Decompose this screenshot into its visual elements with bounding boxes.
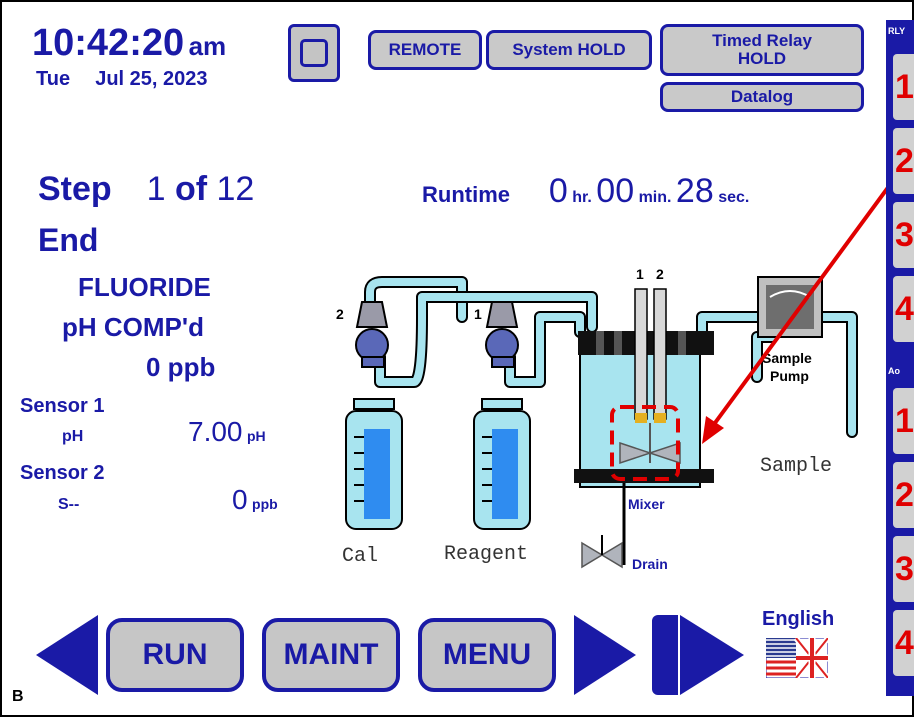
next-arrow-button[interactable]: [574, 615, 636, 695]
timed-relay-hold-button[interactable]: Timed Relay HOLD: [660, 24, 864, 76]
relay-2-button[interactable]: 2: [891, 126, 914, 196]
system-hold-button[interactable]: System HOLD: [486, 30, 652, 70]
relay-3-label: 3: [895, 215, 914, 254]
remote-label: REMOTE: [388, 40, 462, 60]
relay-1-button[interactable]: 1: [891, 52, 914, 122]
ao-1-label: 1: [895, 401, 914, 440]
runtime-label: Runtime: [422, 182, 510, 207]
drain-valve: [581, 483, 626, 569]
runtime-min-unit: min.: [638, 189, 672, 206]
maint-label: MAINT: [283, 638, 379, 671]
relay-1-label: 1: [895, 67, 914, 106]
rly-label: RLY: [888, 26, 906, 36]
annotation-arrow: [702, 160, 908, 444]
runtime-minutes: 00: [596, 172, 635, 210]
date-display: Tue Jul 25, 2023: [36, 68, 208, 91]
sensor-1-label: Sensor 1: [20, 395, 105, 417]
sensor-2-type: S--: [58, 496, 80, 513]
date-value: Jul 25, 2023: [95, 68, 208, 90]
hmi-screen: 10:42:20 am Tue Jul 25, 2023 REMOTE Syst…: [0, 0, 914, 717]
sensor-1-type: pH: [62, 428, 84, 445]
stop-square-button[interactable]: [288, 24, 340, 82]
maint-button[interactable]: MAINT: [262, 618, 400, 692]
electrode-2-number: 2: [656, 266, 664, 282]
fast-forward-button[interactable]: [652, 615, 748, 695]
ao-3-label: 3: [895, 549, 914, 588]
step-total: 12: [216, 170, 255, 208]
date-day: Tue: [36, 68, 71, 90]
relay-2-label: 2: [895, 141, 914, 180]
runtime-hr-unit: hr.: [572, 189, 592, 206]
step-status: End: [38, 222, 99, 258]
ao-1-button[interactable]: 1: [891, 386, 914, 456]
clock-time: 10:42:20: [32, 22, 185, 64]
clock-ampm: am: [188, 31, 227, 61]
menu-label: MENU: [442, 638, 532, 671]
ao-4-button[interactable]: 4: [891, 608, 914, 678]
sensor-1-unit: pH: [246, 428, 266, 444]
relay-4-button[interactable]: 4: [891, 274, 914, 344]
relay-4-label: 4: [895, 289, 914, 328]
menu-button[interactable]: MENU: [418, 618, 556, 692]
run-button[interactable]: RUN: [106, 618, 244, 692]
fast-forward-bar: [652, 615, 678, 695]
step-of: of: [174, 170, 208, 208]
sensor-2-unit: ppb: [252, 496, 278, 512]
drain-label: Drain: [632, 556, 668, 572]
relay-3-button[interactable]: 3: [891, 200, 914, 270]
square-icon: [300, 39, 328, 67]
ao-3-button[interactable]: 3: [891, 534, 914, 604]
cal-label: Cal: [342, 545, 378, 568]
language-flag-button[interactable]: [766, 638, 828, 678]
analysis-name: FLUORIDE: [78, 272, 211, 302]
electrode-1-number: 1: [636, 266, 644, 282]
sensor-1-value: 7.00: [188, 416, 243, 447]
run-label: RUN: [142, 638, 208, 671]
pump-cal-number: 2: [336, 306, 344, 322]
reagent-pump: [485, 301, 519, 368]
fast-forward-arrow: [680, 615, 744, 695]
system-hold-label: System HOLD: [512, 40, 626, 60]
ao-2-label: 2: [895, 475, 914, 514]
sensor-2-label: Sensor 2: [20, 462, 105, 484]
language-label: English: [762, 608, 835, 630]
reagent-bottle: [473, 398, 531, 530]
cal-bottle: [345, 398, 403, 530]
step-current: 1: [146, 170, 166, 208]
timed-relay-label: Timed Relay HOLD: [712, 31, 812, 68]
ao-label: Ao: [888, 366, 900, 376]
step-label: Step: [38, 170, 112, 208]
mixer-label: Mixer: [628, 496, 665, 512]
analysis-mode: pH COMP'd: [62, 312, 204, 342]
cal-pump: [355, 301, 389, 368]
remote-button[interactable]: REMOTE: [368, 30, 482, 70]
clock-display: 10:42:20 am: [32, 22, 226, 65]
reagent-label: Reagent: [444, 543, 528, 566]
sensor-1-reading: 7.00 pH: [188, 416, 266, 448]
tube-reagent-out: [504, 311, 586, 388]
pump-reagent-number: 1: [474, 306, 482, 322]
footer-letter: B: [12, 688, 24, 705]
analysis-result: 0 ppb: [146, 352, 216, 382]
datalog-button[interactable]: Datalog: [660, 82, 864, 112]
step-indicator: Step 1 of 12: [38, 170, 254, 209]
ao-4-label: 4: [895, 623, 914, 662]
prev-arrow-button[interactable]: [36, 615, 98, 695]
runtime-hours: 0: [548, 172, 568, 210]
ao-2-button[interactable]: 2: [891, 460, 914, 530]
sensor-2-reading: 0 ppb: [232, 484, 278, 516]
datalog-label: Datalog: [730, 87, 794, 107]
sensor-2-value: 0: [232, 484, 248, 515]
